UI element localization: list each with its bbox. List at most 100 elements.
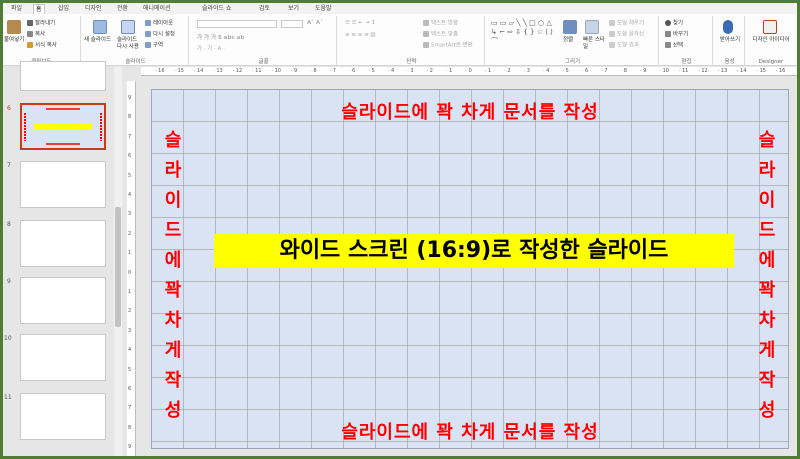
font-name-box[interactable] [197, 20, 277, 28]
ruler-tick-label: · 8 [620, 68, 627, 74]
slide-top-text[interactable]: 슬라이드에 꽉 차게 문서를 작성 [152, 98, 788, 124]
smartart-button[interactable]: SmartArt로 변환 [423, 42, 473, 50]
thumbnail-scrollbar[interactable] [114, 67, 122, 456]
drawing-label: 그리기 [564, 59, 581, 65]
ruler-tick-label: · 12 [698, 68, 708, 74]
ruler-tick-label: · 7 [329, 68, 336, 74]
slide-thumbnail[interactable] [20, 161, 106, 208]
ruler-tick-label: · 8 [310, 68, 317, 74]
vertical-char: 꽉 [758, 280, 776, 301]
designer-label: Designer [758, 59, 784, 65]
vertical-char: 드 [164, 220, 182, 241]
ruler-tick-label: 1 [128, 250, 132, 257]
new-slide-button[interactable]: 새 슬라이드 [84, 37, 111, 44]
horizontal-ruler: · 16 · 15 · 14 · 13 · 12 · 11 · 10 · 9 · 8 · 7 · 6… [141, 67, 797, 76]
list-icons[interactable]: ☰ ☰ ⇤ ⇥ ↕ [345, 20, 376, 27]
vertical-char: 작 [758, 370, 776, 391]
ribbon: 붙여넣기 잘라내기 복사 서식 복사 클립보드 새 슬라이드 슬라이드 다시 사… [3, 14, 797, 66]
reset-button[interactable]: 다시 설정 [145, 31, 175, 39]
slide-thumbnail[interactable] [20, 61, 106, 91]
slide-thumbnail[interactable] [20, 220, 106, 267]
tab-view[interactable]: 보기 [286, 4, 301, 14]
slide-thumbnail[interactable] [20, 393, 106, 440]
ruler-tick-label: · 5 [562, 68, 569, 74]
ruler-tick-label: · 1 [484, 68, 492, 74]
shape-fill-button[interactable]: 도형 채우기 [609, 20, 644, 28]
ruler-tick-label: 7 [128, 133, 132, 140]
microphone-icon [723, 20, 733, 34]
tab-transitions[interactable]: 전환 [115, 4, 130, 14]
layout-button[interactable]: 레이아웃 [145, 20, 173, 28]
cut-button[interactable]: 잘라내기 [27, 20, 55, 28]
quick-styles-button[interactable]: 빠른 스타일 [583, 37, 605, 51]
slide-left-vertical-text[interactable]: 슬라이드에꽉차게작성 [162, 126, 184, 426]
vertical-char: 꽉 [164, 280, 182, 301]
font-label: 글꼴 [258, 59, 269, 65]
section-button[interactable]: 구역 [145, 42, 163, 50]
copy-button[interactable]: 복사 [27, 31, 45, 39]
paragraph-label: 단락 [406, 59, 417, 65]
ruler-tick-label: · 6 [581, 68, 589, 74]
layout-icon [145, 20, 151, 26]
dictate-button[interactable]: 받아쓰기 [717, 37, 743, 44]
text-direction-button[interactable]: 텍스트 방향 [423, 20, 458, 28]
ruler-tick-label: 1 [128, 289, 132, 295]
font-size-box[interactable] [281, 20, 303, 28]
reuse-slides-button[interactable]: 슬라이드 다시 사용 [117, 37, 141, 51]
arrange-button[interactable]: 정렬 [563, 37, 573, 44]
ruler-tick-label: · 2 [504, 68, 511, 74]
effects-icon [609, 42, 615, 48]
align-text-icon [423, 31, 429, 37]
clipboard-group: 붙여넣기 잘라내기 복사 서식 복사 클립보드 [3, 16, 81, 66]
slide-bottom-text[interactable]: 슬라이드에 꽉 차게 문서를 작성 [152, 418, 788, 444]
tab-review[interactable]: 검토 [257, 4, 272, 14]
find-button[interactable]: 찾기 [665, 20, 683, 28]
slide-number: 9 [7, 278, 11, 285]
font-color-icons[interactable]: 가 · 가 · A · [197, 46, 225, 53]
ribbon-tabs: 파일 홈 삽입 디자인 전환 애니메이션 슬라이드 쇼 검토 보기 도움말 [3, 3, 797, 14]
slide-thumbnail-selected[interactable] [20, 103, 106, 150]
vertical-char: 에 [758, 250, 776, 271]
font-grow-icon[interactable]: A˄ A˅ [307, 20, 323, 27]
select-button[interactable]: 선택 [665, 42, 683, 50]
tab-animations[interactable]: 애니메이션 [141, 4, 173, 14]
ruler-tick-label: · 10 [659, 68, 669, 74]
copy-icon [27, 31, 33, 37]
ruler-tick-label: · 13 [717, 68, 728, 74]
brush-icon [27, 42, 33, 48]
slide-thumbnail[interactable] [20, 277, 106, 324]
tab-slideshow[interactable]: 슬라이드 쇼 [200, 4, 234, 14]
tab-design[interactable]: 디자인 [83, 4, 104, 14]
slide-canvas[interactable]: 슬라이드에 꽉 차게 문서를 작성 슬라이드에꽉차게작성 와이드 스크린 (16… [151, 89, 789, 449]
font-style-icons[interactable]: 가 가 가 S abc ab [197, 35, 244, 42]
tab-file[interactable]: 파일 [9, 4, 24, 14]
designer-group: 디자인 아이디어 Designer [747, 16, 795, 66]
vertical-char: 작 [164, 370, 182, 391]
tab-insert[interactable]: 삽입 [56, 4, 71, 14]
shapes-gallery[interactable]: ▭ ▭ ▱ ╲ ╲ □ ○ △ ↳ ⌐ ⇨ ⇩ { } ☆ ⟨ ⟩ ⌒ [491, 19, 555, 46]
design-ideas-icon [763, 20, 777, 34]
slide-right-vertical-text[interactable]: 슬라이드에꽉차게작성 [756, 126, 778, 426]
design-ideas-button[interactable]: 디자인 아이디어 [751, 37, 791, 44]
voice-label: 음성 [724, 59, 735, 65]
ruler-tick-label: 8 [128, 114, 132, 121]
paste-button[interactable]: 붙여넣기 [4, 37, 24, 44]
shape-outline-button[interactable]: 도형 윤곽선 [609, 31, 644, 39]
ruler-tick-label: · 12 [232, 68, 243, 74]
replace-button[interactable]: 바꾸기 [665, 31, 688, 39]
slide-center-title[interactable]: 와이드 스크린 (16:9)로 작성한 슬라이드 [214, 234, 734, 268]
scrollbar-thumb[interactable] [115, 207, 121, 327]
ruler-tick-label: 9 [128, 95, 132, 101]
ruler-tick-label: · 10 [271, 68, 281, 74]
slides-group: 새 슬라이드 슬라이드 다시 사용 레이아웃 다시 설정 구역 슬라이드 [83, 16, 189, 66]
ruler-tick-label: · 15 [174, 68, 184, 74]
slide-thumbnail[interactable] [20, 334, 106, 381]
shape-effects-button[interactable]: 도형 효과 [609, 42, 639, 50]
align-icons[interactable]: ≡ ≡ ≡ ≡ ▥ [345, 32, 376, 39]
format-painter-button[interactable]: 서식 복사 [27, 42, 57, 50]
tab-help[interactable]: 도움말 [313, 4, 334, 14]
ruler-tick-label: · 0 [465, 68, 472, 74]
paragraph-group: ☰ ☰ ⇤ ⇥ ↕ ≡ ≡ ≡ ≡ ▥ 텍스트 방향 텍스트 맞춤 SmartA… [339, 16, 485, 66]
align-text-button[interactable]: 텍스트 맞춤 [423, 31, 458, 39]
tab-home[interactable]: 홈 [33, 4, 45, 14]
